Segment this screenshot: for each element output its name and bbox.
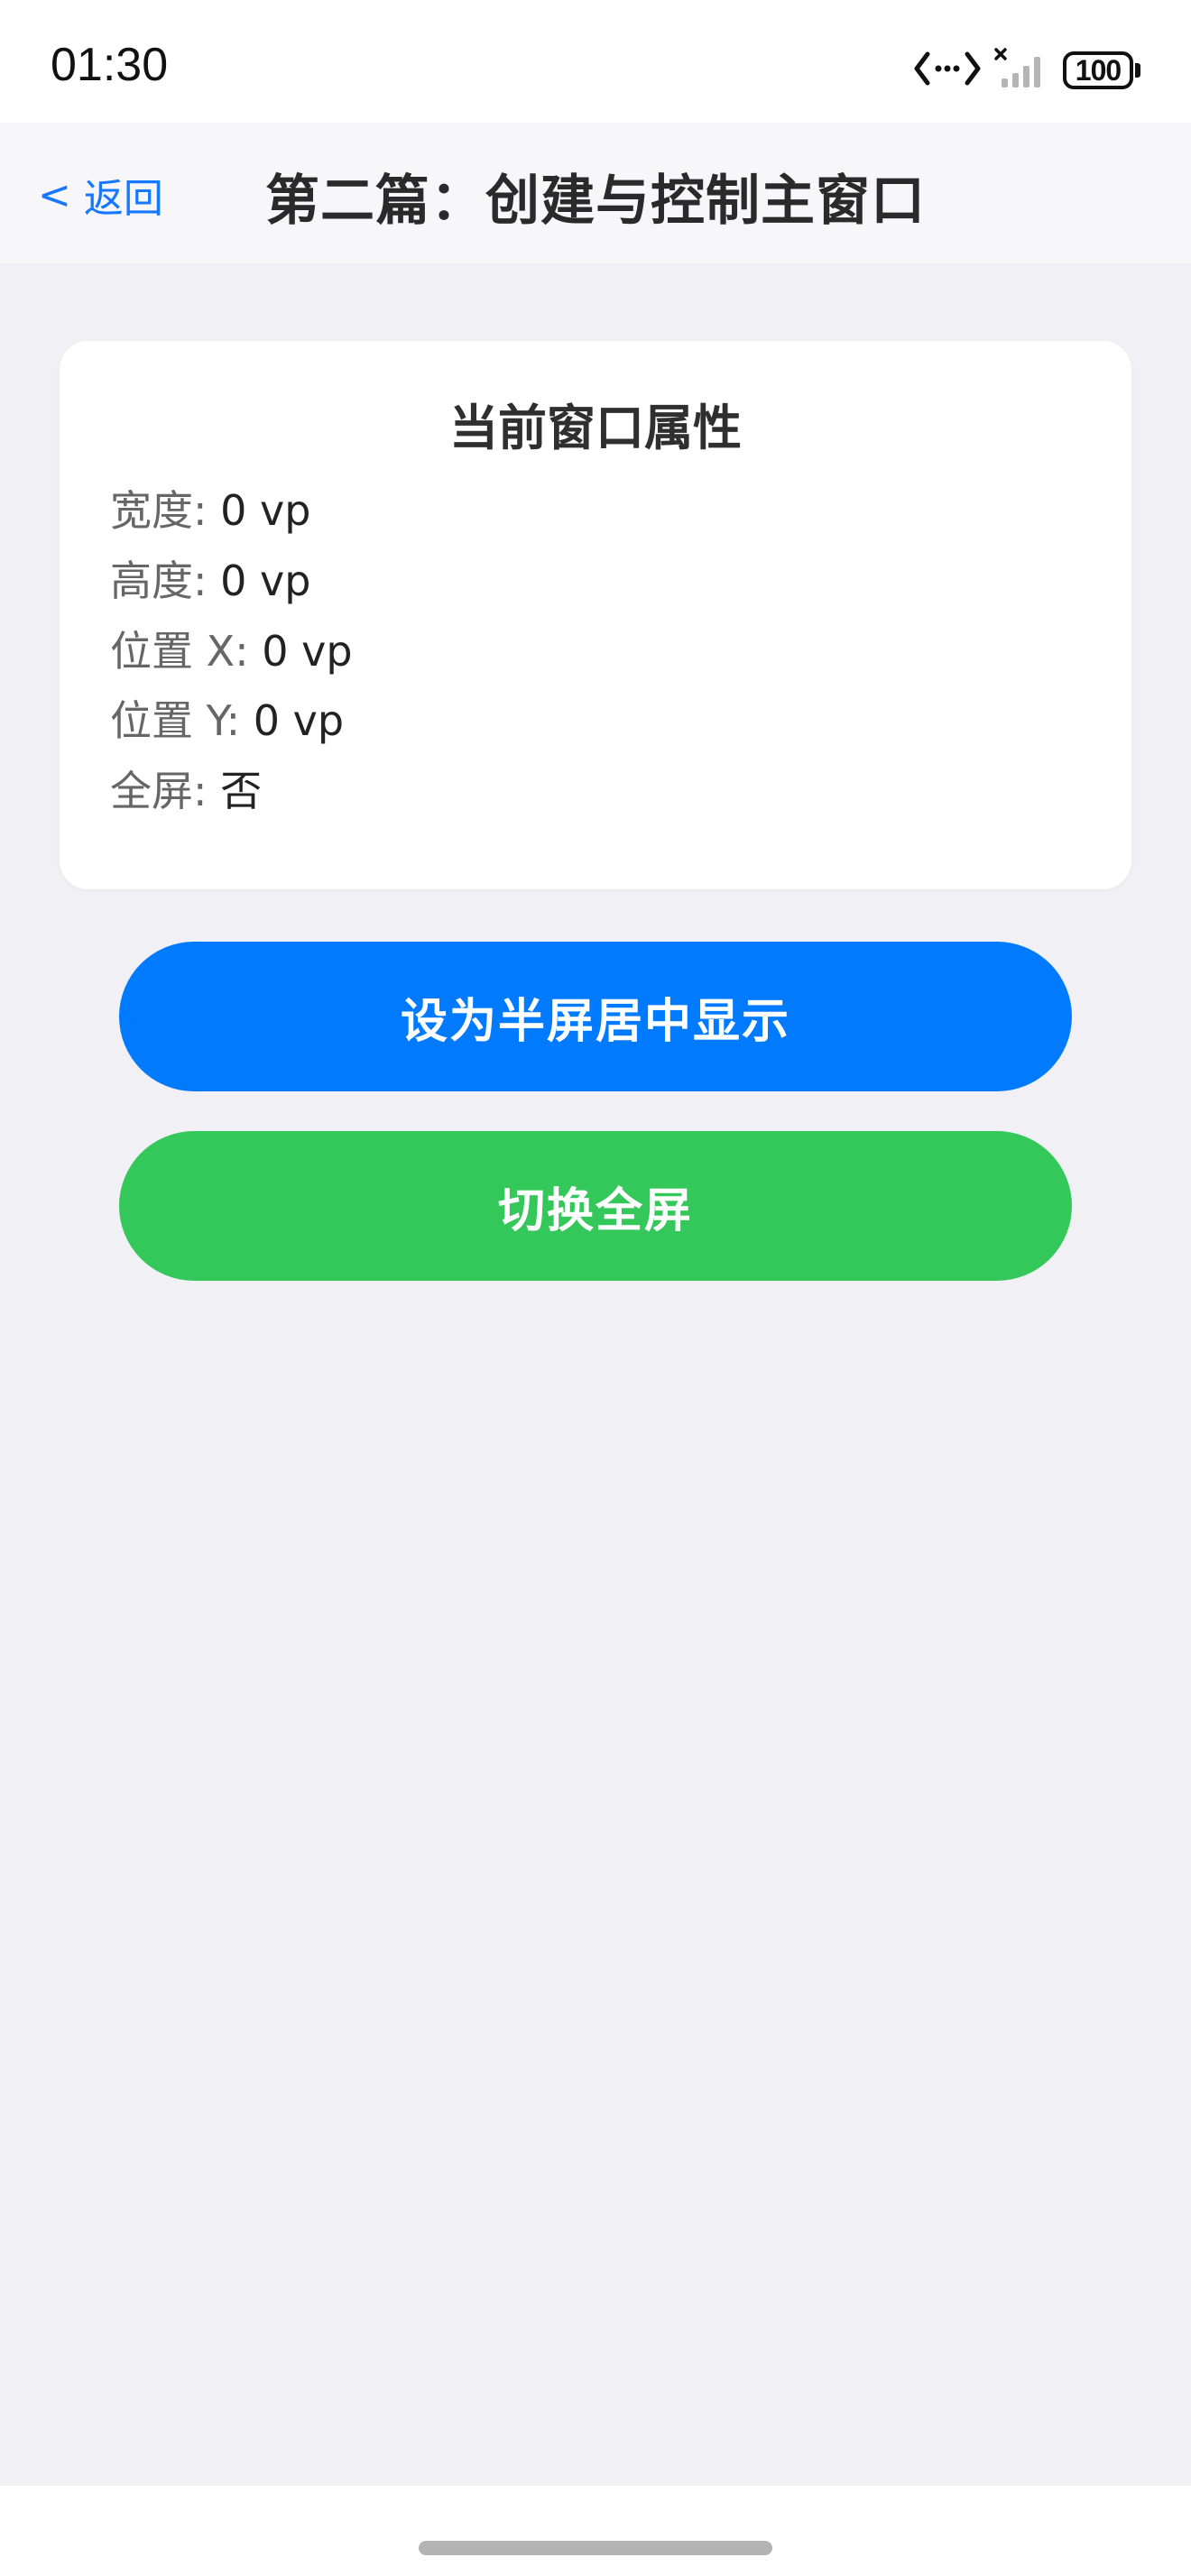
property-label: 全屏: (110, 767, 221, 815)
property-value: 0 vp (220, 486, 311, 535)
property-row-position-y: 位置 Y: 0 vp (110, 694, 344, 748)
back-button[interactable]: < 返回 (38, 166, 163, 224)
battery-level: 100 (1063, 51, 1133, 89)
status-icons: 100 (913, 41, 1140, 99)
navigation-bar: < 返回 第二篇：创建与控制主窗口 (0, 123, 1191, 263)
battery-icon: 100 (1063, 51, 1140, 89)
property-value: 0 vp (220, 557, 311, 605)
home-indicator[interactable] (419, 2541, 772, 2555)
code-arrows-icon (913, 49, 982, 92)
property-label: 高度: (110, 557, 221, 605)
property-row-fullscreen: 全屏: 否 (110, 764, 262, 818)
toggle-fullscreen-button[interactable]: 切换全屏 (119, 1131, 1072, 1281)
window-properties-card: 当前窗口属性 宽度: 0 vp 高度: 0 vp 位置 X: 0 vp 位置 Y… (60, 341, 1131, 889)
property-value: 否 (220, 767, 263, 815)
property-label: 位置 Y: (110, 696, 254, 745)
battery-cap (1135, 63, 1140, 78)
page-title: 第二篇：创建与控制主窗口 (265, 170, 926, 233)
no-signal-icon (994, 48, 1050, 93)
property-label: 宽度: (110, 486, 221, 535)
property-label: 位置 X: (110, 627, 263, 676)
property-value: 0 vp (253, 696, 345, 745)
status-time: 01:30 (51, 39, 169, 91)
property-value: 0 vp (262, 627, 353, 676)
back-arrow-icon: < (38, 171, 71, 218)
property-row-position-x: 位置 X: 0 vp (110, 624, 353, 678)
back-label: 返回 (83, 176, 163, 222)
half-screen-center-button[interactable]: 设为半屏居中显示 (119, 942, 1072, 1091)
property-row-width: 宽度: 0 vp (110, 483, 310, 538)
bottom-safe-area (0, 2486, 1191, 2576)
status-bar: 01:30 100 (0, 0, 1191, 123)
property-row-height: 高度: 0 vp (110, 554, 310, 608)
card-title: 当前窗口属性 (449, 400, 742, 456)
